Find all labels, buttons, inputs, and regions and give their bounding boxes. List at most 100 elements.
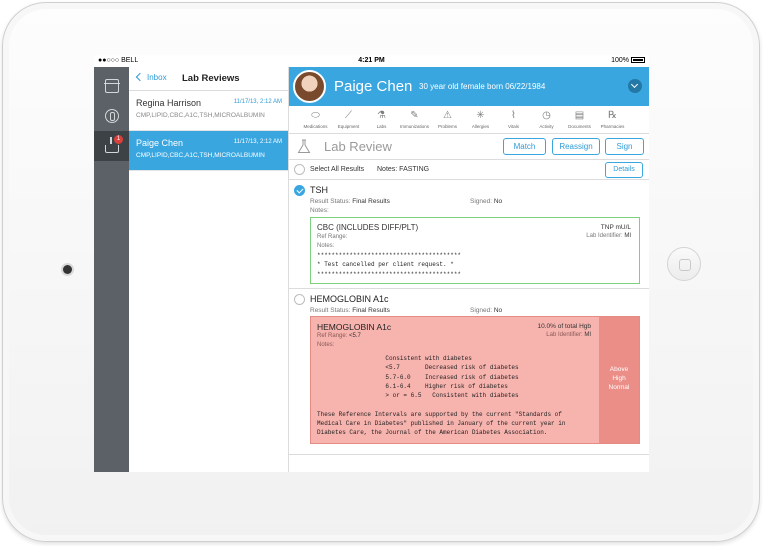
flask-icon: ⚗ — [377, 110, 386, 121]
front-camera — [63, 265, 72, 274]
tool-activity[interactable]: ◷ Activity — [530, 106, 563, 133]
lab-identifier-value: MI — [584, 332, 591, 338]
tool-label: Allergies — [471, 124, 490, 129]
ref-range: Ref Range: — [317, 234, 348, 240]
list-title: Lab Reviews — [182, 73, 240, 84]
avatar — [293, 70, 326, 103]
reassign-button[interactable]: Reassign — [552, 138, 600, 155]
lab-identifier: Lab Identifier: MI — [546, 332, 591, 338]
card-notes-text: ****************************************… — [317, 252, 462, 278]
signed-value: No — [493, 307, 503, 314]
select-all-label: Select All Results — [310, 166, 365, 173]
select-all-checkbox[interactable] — [294, 164, 305, 175]
app-screen: ●●○○○ BELL 4:21 PM 100% 1 Inbox Lab Revi… — [94, 55, 649, 472]
chevron-left-icon — [135, 72, 145, 82]
chart-toolbar: ⬭ Medications ⟋ Equipment ⚗ Labs ✎ Immunizat… — [289, 106, 649, 134]
list-item[interactable]: Regina Harrison 11/17/13, 2:12 AM CMP,LI… — [129, 91, 288, 131]
card-title: CBC (INCLUDES DIFF/PLT) — [317, 223, 419, 232]
list-item-tests: CMP,LIPID,CBC,A1C,TSH,MICROALBUMIN — [136, 152, 265, 159]
syringe-icon: ⟋ — [345, 110, 352, 121]
tool-medications[interactable]: ⬭ Medications — [299, 106, 332, 133]
list-item-tests: CMP,LIPID,CBC,A1C,TSH,MICROALBUMIN — [136, 112, 265, 119]
tool-label: Equipment — [337, 124, 360, 129]
result-status: Result Status: Final Results — [310, 307, 390, 314]
result-checkbox[interactable] — [294, 294, 305, 305]
tool-problems[interactable]: ⚠ Problems — [431, 106, 464, 133]
snowflake-icon: ✳ — [476, 110, 485, 121]
status-bar: ●●○○○ BELL 4:21 PM 100% — [94, 55, 649, 67]
clock: 4:21 PM — [358, 57, 385, 64]
calendar-icon — [103, 79, 120, 93]
signed-label: Signed: — [470, 198, 493, 205]
battery-icon — [631, 57, 645, 64]
result-checkbox[interactable] — [294, 185, 305, 196]
tool-label: Labs — [376, 124, 387, 129]
list-item-date: 11/17/13, 2:12 AM — [233, 139, 282, 145]
tool-immunizations[interactable]: ✎ Immunizations — [398, 106, 431, 133]
result-status-label: Result Status: — [310, 307, 351, 314]
review-notes: Notes: FASTING — [377, 166, 430, 173]
rail-patients[interactable] — [94, 101, 129, 131]
card-value: TNP mU/L — [600, 224, 631, 231]
tool-label: Vitals — [508, 124, 519, 129]
signed-status: Signed: No — [470, 198, 502, 205]
inbox-badge: 1 — [114, 135, 123, 144]
tool-equipment[interactable]: ⟋ Equipment — [332, 106, 365, 133]
list-item-date: 11/17/13, 2:12 AM — [233, 99, 282, 105]
list-item-selected[interactable]: Paige Chen 11/17/13, 2:12 AM CMP,LIPID,C… — [129, 131, 288, 171]
list-header: Inbox Lab Reviews — [129, 67, 288, 91]
ref-range-label: Ref Range: — [317, 333, 348, 339]
lab-identifier: Lab Identifier: MI — [586, 233, 631, 239]
result-row: HEMOGLOBIN A1c Result Status: Final Resu… — [289, 289, 649, 455]
signed-label: Signed: — [470, 307, 493, 314]
pulse-icon: ⌇ — [511, 110, 516, 121]
ref-range: Ref Range: <5.7 — [317, 333, 361, 339]
app-rail: 1 — [94, 67, 129, 472]
review-header: Lab Review Match Reassign Sign — [289, 134, 649, 160]
clock-icon: ◷ — [542, 110, 551, 121]
details-button[interactable]: Details — [605, 162, 643, 178]
main-panel: Paige Chen 30 year old female born 06/22… — [289, 67, 649, 472]
battery-indicator: 100% — [611, 57, 645, 64]
tool-documents[interactable]: ▤ Documents — [563, 106, 596, 133]
tool-label: Activity — [539, 124, 554, 129]
rail-inbox[interactable]: 1 — [94, 131, 129, 161]
tool-labs[interactable]: ⚗ Labs — [365, 106, 398, 133]
patient-icon — [104, 109, 119, 123]
result-card-abnormal[interactable]: HEMOGLOBIN A1c 10.0% of total Hgb Lab Id… — [310, 316, 640, 444]
page-title: Lab Review — [324, 139, 392, 154]
patient-header: Paige Chen 30 year old female born 06/22… — [289, 67, 649, 106]
lab-review-list: Inbox Lab Reviews Regina Harrison 11/17/… — [129, 67, 289, 472]
signed-status: Signed: No — [470, 307, 502, 314]
card-notes-label: Notes: — [317, 342, 335, 348]
tool-vitals[interactable]: ⌇ Vitals — [497, 106, 530, 133]
rail-calendar[interactable] — [94, 71, 129, 101]
sign-button[interactable]: Sign — [605, 138, 644, 155]
ref-range-value: <5.7 — [349, 333, 361, 339]
card-value: 10.0% of total Hgb — [537, 323, 591, 330]
result-name: TSH — [310, 185, 328, 195]
lab-identifier-label: Lab Identifier: — [586, 233, 623, 239]
lab-identifier-label: Lab Identifier: — [546, 332, 583, 338]
result-name: HEMOGLOBIN A1c — [310, 294, 389, 304]
back-label: Inbox — [147, 73, 167, 82]
patient-name: Paige Chen — [334, 78, 413, 95]
result-card-normal[interactable]: CBC (INCLUDES DIFF/PLT) TNP mU/L Lab Ide… — [310, 217, 640, 284]
signed-value: No — [493, 198, 503, 205]
expand-patient-button[interactable] — [628, 79, 642, 93]
match-button[interactable]: Match — [503, 138, 546, 155]
patient-info: 30 year old female born 06/22/1984 — [419, 82, 546, 91]
result-status: Result Status: Final Results — [310, 198, 390, 205]
tool-label: Problems — [437, 124, 457, 129]
warning-icon: ⚠ — [443, 110, 452, 121]
home-button[interactable] — [667, 247, 701, 281]
rx-icon: ℞ — [608, 110, 617, 121]
tool-label: Pharmacies — [600, 124, 625, 129]
tool-allergies[interactable]: ✳ Allergies — [464, 106, 497, 133]
abnormal-flag-label: Above High Normal — [608, 366, 630, 391]
inbox-icon — [104, 137, 119, 153]
inbox-back-button[interactable]: Inbox — [135, 72, 167, 82]
tool-label: Medications — [303, 124, 328, 129]
card-notes-label: Notes: — [317, 243, 335, 249]
tool-pharmacies[interactable]: ℞ Pharmacies — [596, 106, 629, 133]
